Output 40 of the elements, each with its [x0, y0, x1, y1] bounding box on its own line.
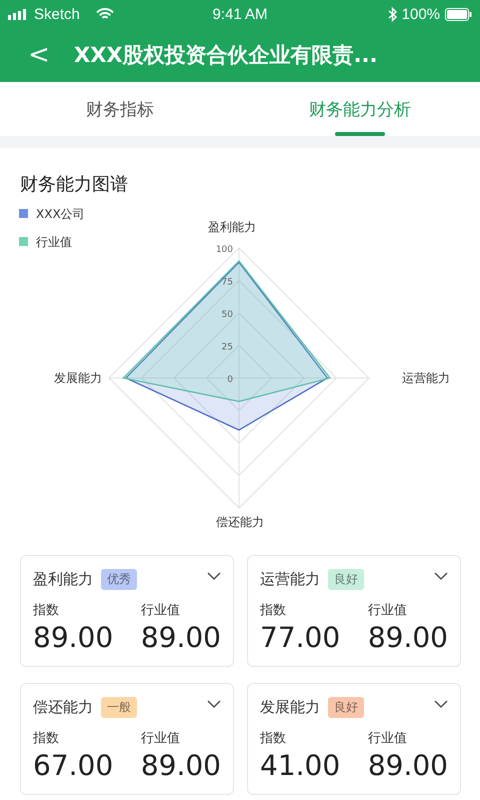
card-title: 偿还能力 [33, 698, 93, 716]
metric-label: 指数 [33, 730, 59, 747]
metric-label: 行业值 [368, 602, 407, 619]
battery-percent: 100% [402, 6, 440, 22]
metric-value: 89.00 [368, 621, 448, 655]
metric-value: 89.00 [140, 621, 221, 655]
card-title: 盈利能力 [33, 570, 93, 588]
rating-tag: 优秀 [101, 568, 137, 590]
page-title: XXX股权投资合伙企业有限责... [74, 42, 378, 69]
metric-value: 67.00 [33, 749, 114, 783]
rating-tag: 良好 [328, 568, 364, 590]
tick-label: 100 [216, 245, 233, 255]
metric-value: 89.00 [140, 749, 221, 783]
axis-label: 运营能力 [402, 371, 450, 385]
tick-label: 75 [222, 278, 233, 288]
section-title: 财务能力图谱 [20, 173, 129, 197]
legend-label: XXX公司 [36, 207, 85, 221]
tick-label: 25 [222, 342, 233, 352]
metric-value: 77.00 [260, 621, 340, 655]
metric-value: 89.00 [368, 749, 448, 783]
card-title: 发展能力 [260, 698, 320, 716]
metric-label: 指数 [260, 602, 286, 619]
axis-label: 盈利能力 [208, 220, 256, 234]
metric-value: 89.00 [33, 621, 114, 655]
axis-label: 发展能力 [54, 371, 102, 385]
metric-label: 行业值 [140, 730, 180, 747]
carrier-name: Sketch [34, 6, 80, 22]
metric-label: 行业值 [140, 602, 180, 619]
rating-tag: 一般 [101, 696, 137, 718]
metric-value: 41.00 [260, 749, 340, 783]
metric-label: 指数 [260, 730, 286, 747]
card-title: 运营能力 [260, 570, 320, 588]
rating-tag: 良好 [328, 696, 364, 718]
axis-label: 偿还能力 [216, 515, 264, 529]
tick-label: 50 [222, 310, 233, 320]
legend-label: 行业值 [36, 235, 72, 249]
tick-label: 0 [227, 375, 233, 385]
metric-label: 行业值 [368, 730, 407, 747]
metric-label: 指数 [33, 602, 59, 619]
clock-time: 9:41 AM [212, 6, 268, 22]
